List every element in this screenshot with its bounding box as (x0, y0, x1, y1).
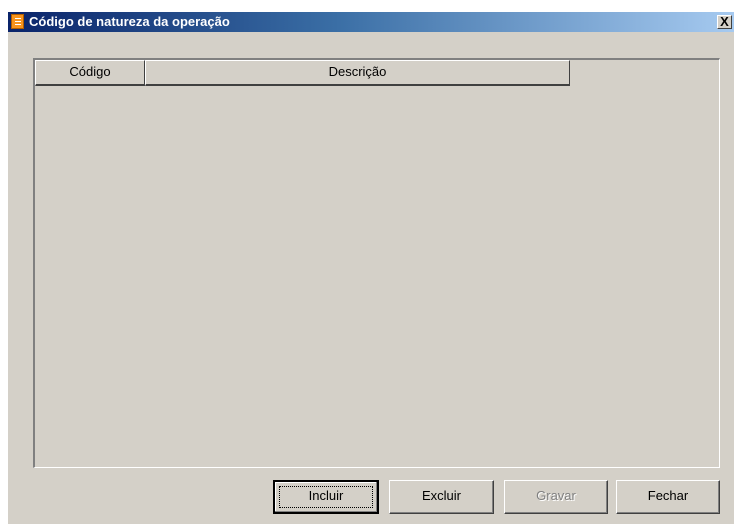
column-header-codigo[interactable]: Código (35, 60, 145, 86)
grid-header: Código Descrição (35, 60, 570, 86)
document-icon (11, 14, 24, 29)
title-bar[interactable]: Código de natureza da operação X (8, 12, 734, 32)
fechar-button-label: Fechar (647, 488, 689, 503)
fechar-button[interactable]: Fechar (616, 480, 720, 514)
gravar-button-label: Gravar (536, 488, 576, 503)
window-title: Código de natureza da operação (29, 14, 230, 29)
excluir-button[interactable]: Excluir (389, 480, 494, 514)
column-header-descricao[interactable]: Descrição (145, 60, 570, 86)
close-icon[interactable]: X (717, 15, 732, 29)
excluir-button-label: Excluir (421, 488, 461, 503)
incluir-button[interactable]: Incluir (273, 480, 379, 514)
data-grid[interactable]: Código Descrição (33, 58, 720, 468)
dialog-window: Código de natureza da operação X Código … (8, 12, 734, 524)
focus-rect (279, 486, 373, 508)
gravar-button[interactable]: Gravar (504, 480, 608, 514)
